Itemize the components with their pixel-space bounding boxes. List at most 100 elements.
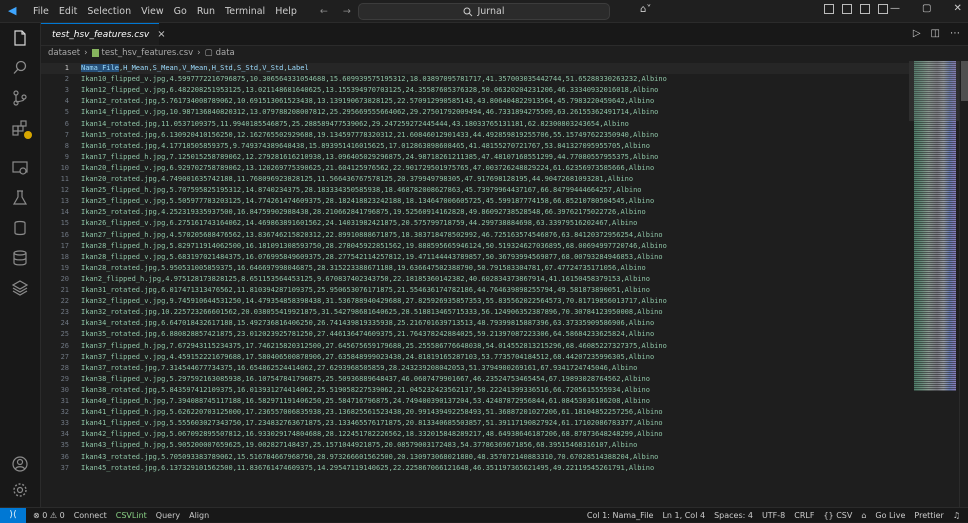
minimize-icon[interactable]: — [890, 3, 900, 14]
code-line[interactable]: 37 Ikan45_rotated.jpg,6.137329101562500,1… [41, 463, 909, 474]
line-text: Ikan43_flipped_h.jpg,5.905200007659625,1… [81, 441, 638, 450]
code-line[interactable]: 22 Ikan32_flipped_v.jpg,9.745910644531250… [41, 296, 909, 307]
code-line[interactable]: 11 Ikan20_rotated.jpg,4.749001635742188,1… [41, 174, 909, 185]
code-line[interactable]: 30 Ikan38_rotated.jpg,5.843597412109375,1… [41, 385, 909, 396]
csvlint-item[interactable]: CSVLint [116, 511, 147, 520]
connect-item[interactable]: Connect [74, 511, 107, 520]
menu-selection[interactable]: Selection [82, 6, 136, 17]
menu-run[interactable]: Run [192, 6, 220, 17]
split-editor-icon[interactable]: ◫ [931, 28, 940, 39]
remote-indicator-icon[interactable]: ⟩⟨ [0, 507, 26, 523]
code-line[interactable]: 31 Ikan40_flipped_h.jpg,7.394088745117188… [41, 396, 909, 407]
source-control-icon[interactable] [11, 89, 29, 107]
code-line[interactable]: 13 Ikan25_flipped_v.jpg,5.505977783203125… [41, 196, 909, 207]
toggle-sidebar-icon[interactable] [842, 4, 852, 14]
files-icon[interactable] [11, 29, 29, 47]
code-line[interactable]: 28 Ikan37_rotated.jpg,7.314544677734375,1… [41, 363, 909, 374]
code-line[interactable]: 18 Ikan28_flipped_v.jpg,5.683197021484375… [41, 252, 909, 263]
notifications-icon[interactable]: ♫ [953, 511, 960, 520]
code-line[interactable]: 16 Ikan27_flipped_h.jpg,4.570205688476562… [41, 230, 909, 241]
code-line[interactable]: 36 Ikan43_rotated.jpg,5.705093383789062,1… [41, 452, 909, 463]
code-line[interactable]: 2 Ikan10_flipped_v.jpg,4.5997772216796875… [41, 74, 909, 85]
toggle-secondary-sidebar-icon[interactable] [878, 4, 888, 14]
code-line[interactable]: 29 Ikan38_flipped_v.jpg,5.297592163085938… [41, 374, 909, 385]
maximize-icon[interactable]: ▢ [922, 3, 931, 14]
code-line[interactable]: 12 Ikan25_flipped_h.jpg,5.707595825195312… [41, 185, 909, 196]
breadcrumb-symbol[interactable]: data [216, 48, 235, 58]
code-line[interactable]: 32 Ikan41_flipped_h.jpg,5.626220703125000… [41, 407, 909, 418]
database-icon[interactable] [11, 249, 29, 267]
minimap[interactable] [909, 61, 959, 507]
line-text: Ikan28_flipped_h.jpg,5.829711914062500,1… [81, 241, 667, 250]
extensions-icon[interactable] [11, 119, 32, 139]
code-line[interactable]: 34 Ikan42_flipped_v.jpg,5.067092895507812… [41, 429, 909, 440]
code-line[interactable]: 10 Ikan20_flipped_v.jpg,6.929702758789062… [41, 163, 909, 174]
settings-icon[interactable] [11, 481, 29, 499]
cursor-position[interactable]: Ln 1, Col 4 [662, 511, 705, 520]
code-line[interactable]: 9 Ikan17_flipped_h.jpg,7.125015258789062,… [41, 152, 909, 163]
code-line[interactable]: 26 Ikan37_flipped_h.jpg,7.672943115234375… [41, 341, 909, 352]
line-text: Ikan32_rotated.jpg,10.225723266601562,20… [81, 308, 663, 317]
editor-actions: ▷ ◫ ⋯ [913, 28, 960, 39]
customize-layout-icon[interactable] [824, 4, 834, 14]
code-line[interactable]: 20 Ikan2_flipped_h.jpg,4.975128173828125,… [41, 274, 909, 285]
code-line[interactable]: 14 Ikan25_rotated.jpg,4.252319335937500,1… [41, 207, 909, 218]
code-line[interactable]: 23 Ikan32_rotated.jpg,10.225723266601562,… [41, 307, 909, 318]
indentation[interactable]: Spaces: 4 [714, 511, 753, 520]
code-line[interactable]: 25 Ikan35_rotated.jpg,6.880828857421875,2… [41, 329, 909, 340]
remote-explorer-icon[interactable] [11, 159, 29, 177]
tab-test-hsv-features[interactable]: test_hsv_features.csv × [41, 23, 166, 45]
more-actions-icon[interactable]: ⋯ [950, 28, 960, 39]
breadcrumb-folder[interactable]: dataset [48, 48, 80, 58]
menu-edit[interactable]: Edit [54, 6, 82, 17]
minimap-slider[interactable] [909, 61, 959, 121]
code-line[interactable]: 24 Ikan34_rotated.jpg,6.647018432617188,1… [41, 318, 909, 329]
testing-icon[interactable] [11, 189, 29, 207]
copilot-icon[interactable]: ⌂˅ [640, 4, 651, 15]
code-line[interactable]: 15 Ikan26_flipped_v.jpg,6.275161743164062… [41, 218, 909, 229]
code-line[interactable]: 7 Ikan15_rotated.jpg,6.130920410156250,12… [41, 130, 909, 141]
close-tab-icon[interactable]: × [157, 29, 165, 40]
command-center-search[interactable]: Jurnal [358, 3, 610, 20]
vertical-scrollbar[interactable] [959, 61, 968, 507]
scrollbar-thumb[interactable] [961, 61, 968, 101]
toggle-panel-icon[interactable] [860, 4, 870, 14]
align-item[interactable]: Align [189, 511, 209, 520]
storage-icon[interactable] [11, 219, 29, 237]
breadcrumb-file[interactable]: test_hsv_features.csv [102, 48, 194, 58]
menu-view[interactable]: View [136, 6, 169, 17]
code-line[interactable]: 6 Ikan14_rotated.jpg,11.0537109375,11.994… [41, 119, 909, 130]
problems-indicator[interactable]: ⊗ 0 ⚠ 0 [33, 511, 65, 520]
layers-icon[interactable] [11, 279, 29, 297]
encoding[interactable]: UTF-8 [762, 511, 785, 520]
search-icon[interactable] [11, 59, 29, 77]
column-indicator[interactable]: Col 1: Nama_File [587, 511, 654, 520]
menu-file[interactable]: File [28, 6, 54, 17]
menu-go[interactable]: Go [169, 6, 192, 17]
code-line[interactable]: 1 Nama_File,H_Mean,S_Mean,V_Mean,H_Std,S_… [41, 63, 909, 75]
code-line[interactable]: 5 Ikan14_flipped_v.jpg,10.987136840820312… [41, 107, 909, 118]
prettier-status[interactable]: Prettier [914, 511, 943, 520]
copilot-status-icon[interactable]: ⌂ [861, 511, 866, 520]
menu-terminal[interactable]: Terminal [220, 6, 270, 17]
language-mode[interactable]: {} CSV [823, 511, 852, 520]
code-line[interactable]: 17 Ikan28_flipped_h.jpg,5.829711914062500… [41, 241, 909, 252]
line-text: Ikan41_flipped_v.jpg,5.555603027343750,1… [81, 419, 663, 428]
menu-help[interactable]: Help [270, 6, 302, 17]
code-line[interactable]: 3 Ikan12_flipped_v.jpg,6.482208251953125,… [41, 85, 909, 96]
code-line[interactable]: 19 Ikan28_rotated.jpg,5.950531005859375,1… [41, 263, 909, 274]
nav-back-forward-icon[interactable]: ← → [320, 6, 357, 17]
run-icon[interactable]: ▷ [913, 28, 921, 39]
code-editor[interactable]: 1 Nama_File,H_Mean,S_Mean,V_Mean,H_Std,S_… [41, 61, 909, 507]
close-window-icon[interactable]: ✕ [953, 3, 961, 14]
line-endings[interactable]: CRLF [794, 511, 814, 520]
code-line[interactable]: 8 Ikan16_rotated.jpg,4.17718505859375,9.7… [41, 141, 909, 152]
code-line[interactable]: 35 Ikan43_flipped_h.jpg,5.905200007659625… [41, 440, 909, 451]
code-line[interactable]: 4 Ikan12_rotated.jpg,5.761734008789062,10… [41, 96, 909, 107]
code-line[interactable]: 33 Ikan41_flipped_v.jpg,5.555603027343750… [41, 418, 909, 429]
code-line[interactable]: 21 Ikan31_rotated.jpg,6.017471313476562,1… [41, 285, 909, 296]
accounts-icon[interactable] [11, 455, 29, 473]
code-line[interactable]: 27 Ikan37_flipped_v.jpg,4.459152221679688… [41, 352, 909, 363]
go-live-button[interactable]: Go Live [875, 511, 905, 520]
query-item[interactable]: Query [156, 511, 180, 520]
